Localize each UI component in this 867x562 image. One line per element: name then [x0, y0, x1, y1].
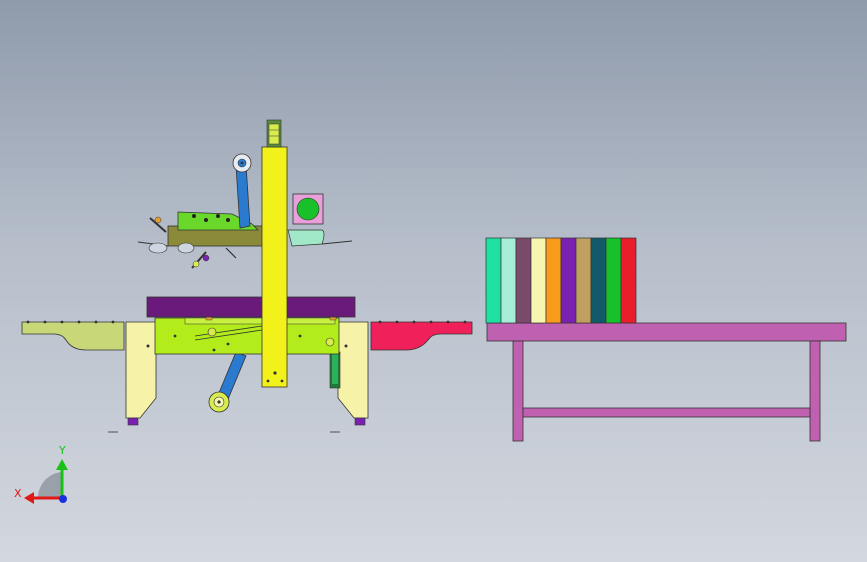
carton-4 [530, 237, 547, 324]
pressure-plate [146, 296, 356, 318]
tape-head-assembly [137, 153, 353, 269]
triad-plane-icon [37, 472, 62, 498]
machine-main-frame [154, 314, 340, 355]
carton-10 [620, 237, 637, 324]
carton-stack [485, 237, 637, 324]
right-outfeed-conveyor [370, 320, 473, 351]
vertical-column [261, 119, 288, 388]
coordinate-triad: Y X [14, 444, 68, 504]
carton-9 [605, 237, 622, 324]
carton-2 [500, 237, 517, 324]
drive-motor [329, 351, 341, 389]
cad-viewport[interactable]: Y X [0, 0, 867, 562]
carton-3 [515, 237, 532, 324]
left-infeed-conveyor [21, 320, 125, 351]
carton-7 [575, 237, 592, 324]
carton-6 [560, 237, 577, 324]
y-axis-label: Y [58, 444, 66, 457]
lower-tape-arm [208, 351, 247, 413]
carton-8 [590, 237, 607, 324]
assembly-drawing: Y X [14, 119, 847, 504]
x-axis-label: X [14, 487, 22, 500]
carton-5 [545, 237, 562, 324]
z-axis-dot-icon [59, 495, 67, 503]
output-table [486, 322, 847, 442]
carton-1 [485, 237, 502, 324]
